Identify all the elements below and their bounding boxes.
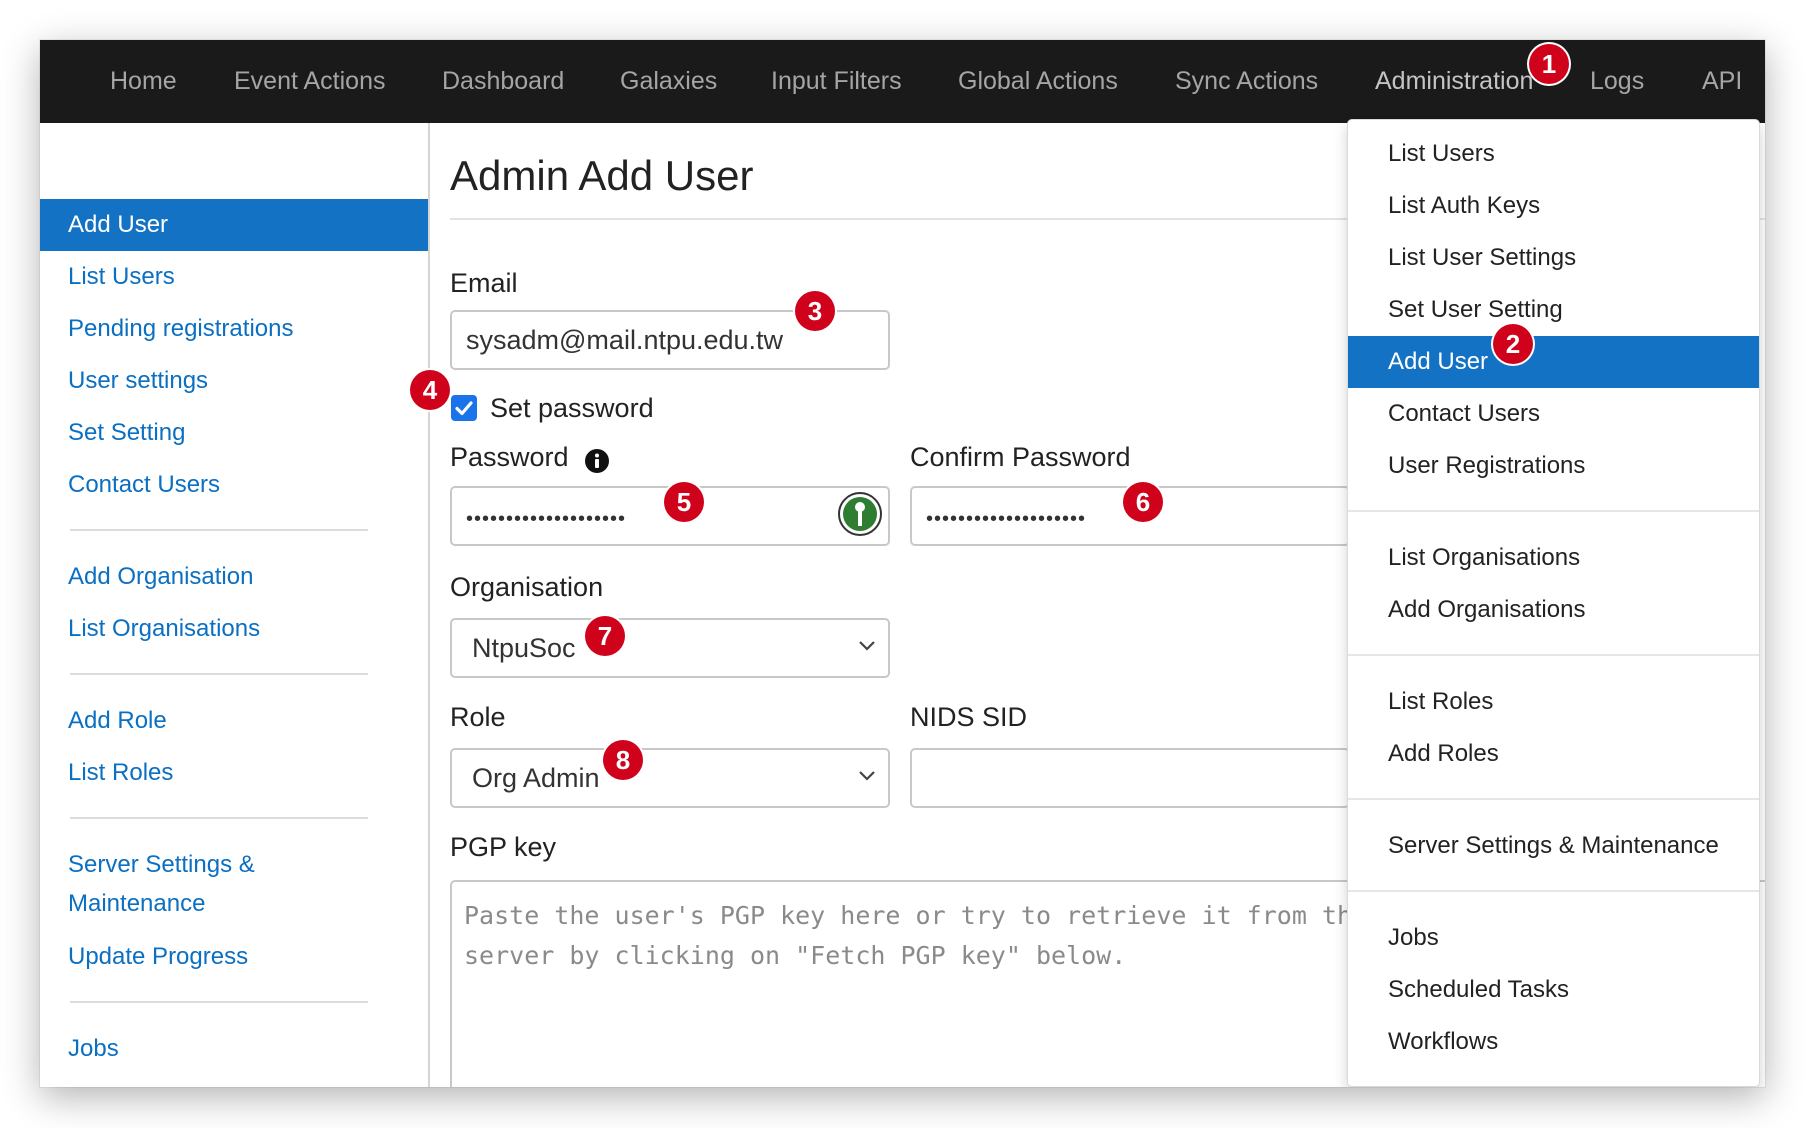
menu-item-set-user-setting[interactable]: Set User Setting xyxy=(1348,284,1759,336)
callout-badge: 6 xyxy=(1123,482,1163,522)
sidebar-item-add-user[interactable]: Add User xyxy=(40,199,428,251)
menu-divider xyxy=(1348,654,1759,656)
menu-item-workflows[interactable]: Workflows xyxy=(1348,1016,1759,1068)
callout-badge: 7 xyxy=(585,616,625,656)
sidebar-item-list-roles[interactable]: List Roles xyxy=(40,747,428,799)
menu-item-add-user[interactable]: Add User xyxy=(1348,336,1759,388)
top-navbar: Home Event Actions Dashboard Galaxies In… xyxy=(40,40,1765,123)
sidebar-item-add-organisation[interactable]: Add Organisation xyxy=(40,551,428,603)
sidebar-divider xyxy=(70,1001,368,1003)
menu-item-list-organisations[interactable]: List Organisations xyxy=(1348,532,1759,584)
sidebar-item-user-settings[interactable]: User settings xyxy=(40,355,428,407)
nav-event-actions[interactable]: Event Actions xyxy=(234,40,385,123)
sidebar-divider xyxy=(70,529,368,531)
sidebar-item-contact-users[interactable]: Contact Users xyxy=(40,459,428,511)
sidebar-item-update-progress[interactable]: Update Progress xyxy=(40,931,428,983)
sidebar-item-list-organisations[interactable]: List Organisations xyxy=(40,603,428,655)
menu-item-user-registrations[interactable]: User Registrations xyxy=(1348,440,1759,492)
sidebar-divider xyxy=(70,817,368,819)
sidebar-item-set-setting[interactable]: Set Setting xyxy=(40,407,428,459)
role-value: Org Admin xyxy=(472,763,600,793)
sidebar-item-add-role[interactable]: Add Role xyxy=(40,695,428,747)
administration-dropdown: List Users List Auth Keys List User Sett… xyxy=(1347,119,1760,1087)
nav-administration[interactable]: Administration xyxy=(1375,40,1533,123)
nids-sid-label: NIDS SID xyxy=(910,702,1028,732)
checkmark-icon xyxy=(455,401,473,416)
menu-item-add-roles[interactable]: Add Roles xyxy=(1348,728,1759,780)
sidebar: Add User List Users Pending registration… xyxy=(40,123,430,1087)
menu-item-list-user-settings[interactable]: List User Settings xyxy=(1348,232,1759,284)
callout-badge: 8 xyxy=(603,740,643,780)
set-password-checkbox[interactable] xyxy=(451,395,477,421)
set-password-label: Set password xyxy=(490,393,654,423)
menu-item-list-users[interactable]: List Users xyxy=(1348,128,1759,180)
role-select[interactable]: Org Admin xyxy=(450,748,890,808)
menu-item-list-roles[interactable]: List Roles xyxy=(1348,676,1759,728)
password-value: •••••••••••••••••••• xyxy=(466,508,627,530)
menu-item-add-organisations[interactable]: Add Organisations xyxy=(1348,584,1759,636)
nav-dashboard[interactable]: Dashboard xyxy=(442,40,564,123)
email-label: Email xyxy=(450,268,518,298)
sidebar-item-server-settings[interactable]: Server Settings & Maintenance xyxy=(40,845,300,925)
sidebar-divider xyxy=(70,673,368,675)
callout-badge: 5 xyxy=(664,482,704,522)
menu-item-contact-users[interactable]: Contact Users xyxy=(1348,388,1759,440)
key-circle-icon[interactable] xyxy=(838,492,882,536)
page-title: Admin Add User xyxy=(450,152,754,199)
chevron-down-icon xyxy=(859,641,875,651)
info-circle-icon[interactable] xyxy=(584,448,610,474)
menu-item-scheduled-tasks[interactable]: Scheduled Tasks xyxy=(1348,964,1759,1016)
password-label: Password xyxy=(450,442,569,472)
callout-badge: 1 xyxy=(1529,44,1569,84)
organisation-select[interactable]: NtpuSoc xyxy=(450,618,890,678)
confirm-password-label: Confirm Password xyxy=(910,442,1131,472)
role-label: Role xyxy=(450,702,506,732)
nav-api[interactable]: API xyxy=(1702,40,1742,123)
menu-divider xyxy=(1348,510,1759,512)
callout-badge: 3 xyxy=(795,291,835,331)
organisation-value: NtpuSoc xyxy=(472,633,576,663)
sidebar-item-jobs[interactable]: Jobs xyxy=(40,1023,428,1075)
sidebar-item-pending-registrations[interactable]: Pending registrations xyxy=(40,303,428,355)
callout-badge: 2 xyxy=(1493,324,1533,364)
nids-sid-field[interactable] xyxy=(910,748,1350,808)
pgp-key-label: PGP key xyxy=(450,832,557,862)
menu-divider xyxy=(1348,798,1759,800)
callout-badge: 4 xyxy=(410,370,450,410)
menu-divider xyxy=(1348,890,1759,892)
menu-item-jobs[interactable]: Jobs xyxy=(1348,912,1759,964)
menu-item-list-auth-keys[interactable]: List Auth Keys xyxy=(1348,180,1759,232)
confirm-password-value: •••••••••••••••••••• xyxy=(926,508,1087,530)
sidebar-item-list-users[interactable]: List Users xyxy=(40,251,428,303)
nav-logs[interactable]: Logs xyxy=(1590,40,1644,123)
chevron-down-icon xyxy=(859,771,875,781)
organisation-label: Organisation xyxy=(450,572,604,602)
menu-item-server-settings[interactable]: Server Settings & Maintenance xyxy=(1348,820,1759,872)
nav-home[interactable]: Home xyxy=(110,40,177,123)
nav-sync-actions[interactable]: Sync Actions xyxy=(1175,40,1318,123)
nav-galaxies[interactable]: Galaxies xyxy=(620,40,717,123)
nav-input-filters[interactable]: Input Filters xyxy=(771,40,902,123)
browser-window: Home Event Actions Dashboard Galaxies In… xyxy=(40,40,1765,1087)
nav-global-actions[interactable]: Global Actions xyxy=(958,40,1118,123)
